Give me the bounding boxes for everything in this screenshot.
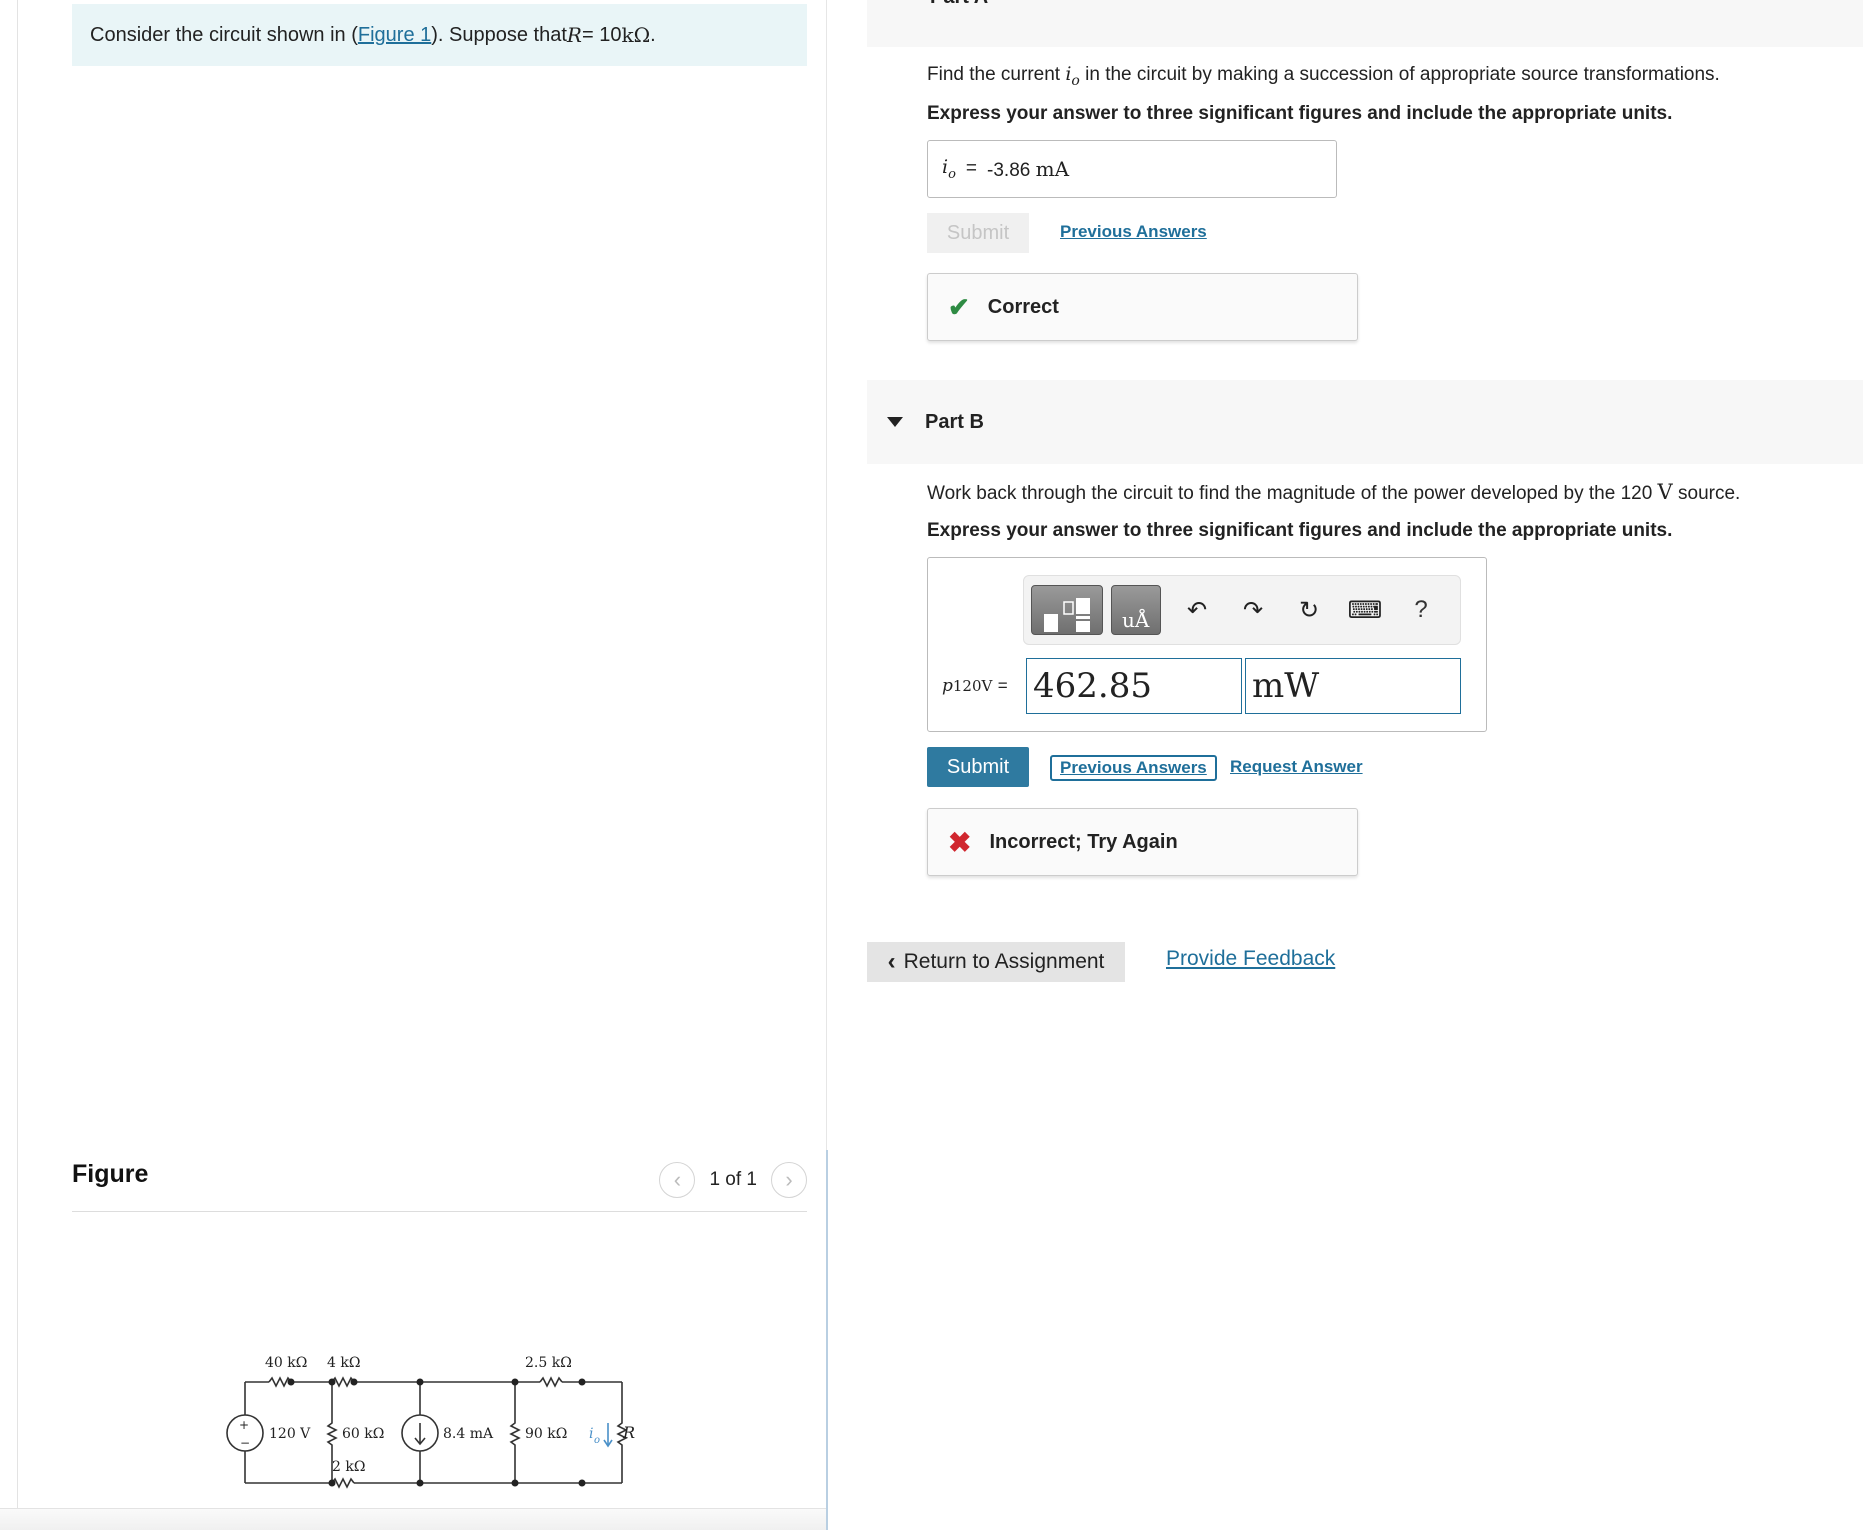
part-a-feedback-text: Correct	[987, 295, 1059, 318]
part-b-title: Part B	[925, 410, 984, 433]
redo-button[interactable]: ↷	[1225, 585, 1281, 635]
part-a-question: Find the current io in the circuit by ma…	[927, 63, 1720, 89]
redo-icon: ↷	[1242, 596, 1264, 624]
intro-middle: ). Suppose that	[431, 23, 567, 46]
label-minus: −	[240, 1436, 250, 1450]
caret-down-icon	[887, 417, 903, 427]
label-io-sub: o	[594, 1435, 600, 1446]
figure-header: Figure ‹ 1 of 1 ›	[72, 1160, 807, 1212]
column-divider-highlight	[826, 1150, 828, 1530]
part-a-header[interactable]	[867, 0, 1863, 47]
part-a-feedback: ✔ Correct	[927, 273, 1358, 341]
part-b-label-eq: =	[997, 676, 1008, 695]
part-a-question-post: in the circuit by making a succession of…	[1079, 64, 1720, 85]
return-to-assignment-button[interactable]: ‹ Return to Assignment	[867, 942, 1125, 982]
part-a-submit-button: Submit	[927, 213, 1029, 253]
units-icon: uÅ	[1122, 608, 1150, 632]
undo-icon: ↶	[1186, 596, 1208, 624]
part-b-previous-answers-link[interactable]: Previous Answers	[1050, 755, 1217, 781]
intro-var: R	[566, 23, 582, 47]
next-figure-button[interactable]: ›	[771, 1162, 807, 1198]
undo-button[interactable]: ↶	[1169, 585, 1225, 635]
label-60k: 60 kΩ	[342, 1426, 384, 1442]
part-a-question-pre: Find the current	[927, 64, 1066, 85]
label-8-4ma: 8.4 mA	[443, 1426, 494, 1442]
keyboard-button[interactable]: ⌨	[1337, 585, 1393, 635]
part-b-question: Work back through the circuit to find th…	[927, 480, 1740, 505]
part-a-question-sub: o	[1071, 72, 1080, 89]
label-io: i	[589, 1426, 593, 1442]
help-button[interactable]: ?	[1393, 585, 1449, 635]
intro-prefix: Consider the circuit shown in (	[90, 23, 358, 46]
part-a-answer-label: io	[942, 156, 956, 182]
part-a-answer-number: -3.86	[987, 159, 1031, 181]
chevron-left-icon: ‹	[673, 1167, 682, 1192]
checkmark-icon: ✔	[948, 291, 970, 322]
figure-pager: ‹ 1 of 1 ›	[659, 1162, 807, 1198]
part-b-answer-label: p120V =	[942, 676, 1008, 696]
templates-button[interactable]	[1031, 585, 1103, 635]
math-toolbar: uÅ ↶ ↷ ↻ ⌨ ?	[1023, 575, 1461, 645]
provide-feedback-link[interactable]: Provide Feedback	[1166, 947, 1335, 971]
part-b-question-pre: Work back through the circuit to find th…	[927, 483, 1658, 504]
part-a-previous-answers-link[interactable]: Previous Answers	[1060, 222, 1207, 242]
part-b-label-sub: 120V	[952, 677, 993, 695]
figure-page-count: 1 of 1	[709, 1169, 757, 1190]
part-b-unit-input[interactable]: mW	[1245, 658, 1461, 714]
part-b-submit-button[interactable]: Submit	[927, 747, 1029, 787]
request-answer-link[interactable]: Request Answer	[1230, 757, 1363, 777]
label-40k: 40 kΩ	[265, 1355, 307, 1371]
return-label: Return to Assignment	[903, 950, 1105, 973]
part-b-label-var: p	[942, 676, 953, 696]
part-a-title: Part A	[930, 0, 988, 9]
part-b-question-post: source.	[1672, 483, 1741, 504]
part-b-header[interactable]: Part B	[867, 380, 1863, 464]
label-90k: 90 kΩ	[525, 1426, 567, 1442]
x-icon: ✖	[948, 826, 972, 858]
prev-figure-button[interactable]: ‹	[659, 1162, 696, 1198]
templates-icon	[1044, 598, 1090, 632]
figure-title: Figure	[72, 1160, 149, 1188]
label-2k: 2 kΩ	[332, 1459, 365, 1475]
part-b-question-unit: V	[1657, 480, 1673, 504]
label-r: R	[622, 1423, 635, 1442]
left-border	[17, 0, 18, 1530]
units-button[interactable]: uÅ	[1111, 585, 1161, 635]
reset-icon: ↻	[1298, 596, 1320, 624]
part-a-instruction: Express your answer to three significant…	[927, 103, 1673, 124]
part-b-value-input[interactable]: 462.85	[1026, 658, 1242, 714]
part-a-answer-value: -3.86 mA	[987, 157, 1069, 182]
part-a-answer-sub: o	[948, 166, 956, 182]
part-a-answer-box: io = -3.86 mA	[927, 140, 1337, 198]
part-b-feedback-text: Incorrect; Try Again	[989, 830, 1178, 853]
chevron-right-icon: ›	[785, 1167, 793, 1192]
help-icon: ?	[1414, 596, 1428, 623]
problem-intro: Consider the circuit shown in (Figure 1)…	[72, 4, 807, 66]
part-a-answer-unit: mA	[1035, 156, 1070, 181]
circuit-diagram: 40 kΩ 4 kΩ 2.5 kΩ 120 V 60 kΩ 8.4 mA 90 …	[226, 1355, 635, 1489]
label-2-5k: 2.5 kΩ	[525, 1355, 572, 1371]
part-b-feedback: ✖ Incorrect; Try Again	[927, 808, 1358, 876]
intro-suffix: .	[650, 23, 656, 46]
label-4k: 4 kΩ	[327, 1355, 360, 1371]
chevron-left-icon: ‹	[887, 948, 896, 975]
left-bottom-bar	[0, 1508, 826, 1530]
part-b-answer-editor: uÅ ↶ ↷ ↻ ⌨ ? p120V = 462.85 mW	[927, 557, 1487, 732]
reset-button[interactable]: ↻	[1281, 585, 1337, 635]
label-plus: +	[239, 1418, 249, 1432]
part-a-answer-eq: =	[965, 158, 978, 179]
part-b-instruction: Express your answer to three significant…	[927, 520, 1673, 541]
label-120v: 120 V	[269, 1426, 311, 1442]
intro-unit: kΩ	[621, 23, 651, 47]
intro-equals: = 10	[581, 23, 622, 46]
figure-link[interactable]: Figure 1	[358, 24, 431, 47]
keyboard-icon: ⌨	[1347, 596, 1383, 624]
